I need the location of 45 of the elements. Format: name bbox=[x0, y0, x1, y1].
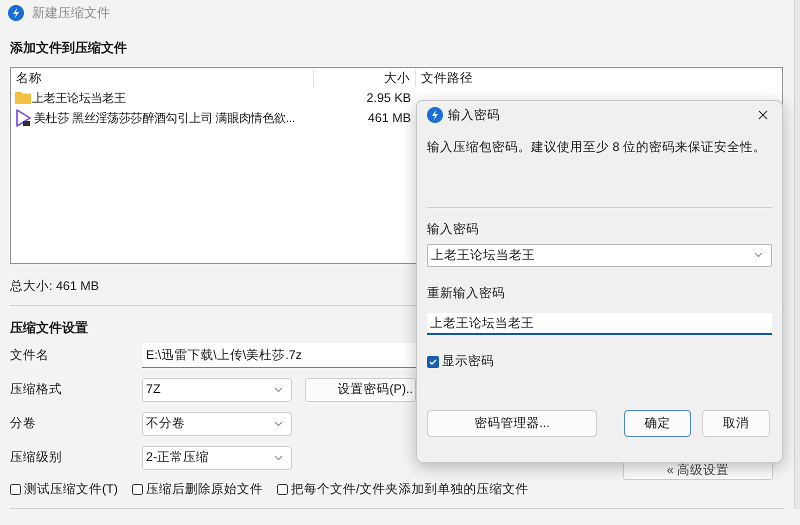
chevron-down-icon bbox=[274, 386, 283, 392]
field-label: 压缩级别 bbox=[10, 449, 63, 466]
option-label: 压缩后删除原始文件 bbox=[146, 480, 263, 498]
password-combo[interactable]: 上老王论坛当老王 bbox=[427, 244, 772, 266]
field-label: 文件名 bbox=[10, 347, 50, 364]
dropdown[interactable]: 2-正常压缩 bbox=[142, 446, 292, 470]
column-header[interactable]: 大小 bbox=[314, 68, 416, 88]
checkbox[interactable] bbox=[427, 356, 439, 368]
option-label: 把每个文件/文件夹添加到单独的压缩文件 bbox=[290, 480, 528, 498]
dropdown[interactable]: 不分卷 bbox=[142, 412, 292, 436]
checkbox[interactable] bbox=[276, 484, 288, 494]
file-size: 2.95 KB bbox=[366, 90, 412, 107]
section-heading: 压缩文件设置 bbox=[10, 319, 88, 336]
field-label: 压缩格式 bbox=[10, 381, 63, 398]
file-name[interactable]: 上老王论坛当老王 bbox=[32, 89, 126, 107]
close-icon[interactable] bbox=[758, 110, 768, 120]
app-logo-icon bbox=[427, 107, 443, 123]
set-password-button[interactable]: 设置密码(P).. bbox=[305, 378, 416, 402]
play-file-icon bbox=[15, 109, 33, 127]
chevron-down-icon bbox=[754, 252, 763, 258]
folder-icon bbox=[15, 91, 31, 105]
confirm-password-field[interactable]: 上老王论坛当老王 bbox=[427, 313, 772, 336]
column-header[interactable]: 文件路径 bbox=[416, 68, 473, 88]
dialog-button[interactable]: 确定 bbox=[624, 410, 691, 437]
option-label: 测试压缩文件(T) bbox=[24, 480, 118, 498]
total-size: 总大小: 461 MB bbox=[10, 278, 100, 295]
dialog-description: 输入压缩包密码。建议使用至少 8 位的密码来保证安全性。 bbox=[427, 139, 767, 156]
dialog-button[interactable]: 密码管理器... bbox=[427, 410, 597, 437]
file-size: 461 MB bbox=[366, 110, 412, 127]
dialog-button[interactable]: 取消 bbox=[702, 410, 770, 437]
checkbox[interactable] bbox=[132, 484, 143, 494]
dropdown[interactable]: 7Z bbox=[142, 378, 292, 402]
field-label: 分卷 bbox=[10, 415, 37, 432]
chevron-down-icon bbox=[274, 420, 283, 426]
chevron-down-icon bbox=[274, 454, 283, 460]
window-title: 新建压缩文件 bbox=[32, 4, 110, 22]
column-header[interactable]: 名称 bbox=[11, 68, 314, 88]
section-heading: 添加文件到压缩文件 bbox=[10, 39, 127, 56]
app-logo-icon bbox=[8, 4, 24, 20]
confirm-password-label: 重新输入密码 bbox=[427, 284, 506, 302]
password-label: 输入密码 bbox=[427, 220, 480, 238]
dialog-title: 输入密码 bbox=[448, 106, 500, 124]
checkbox[interactable] bbox=[10, 484, 21, 494]
file-name[interactable]: 美杜莎 黑丝淫荡莎莎醉酒勾引上司 满眼肉情色欲... bbox=[34, 109, 295, 127]
show-password-label: 显示密码 bbox=[442, 353, 494, 370]
